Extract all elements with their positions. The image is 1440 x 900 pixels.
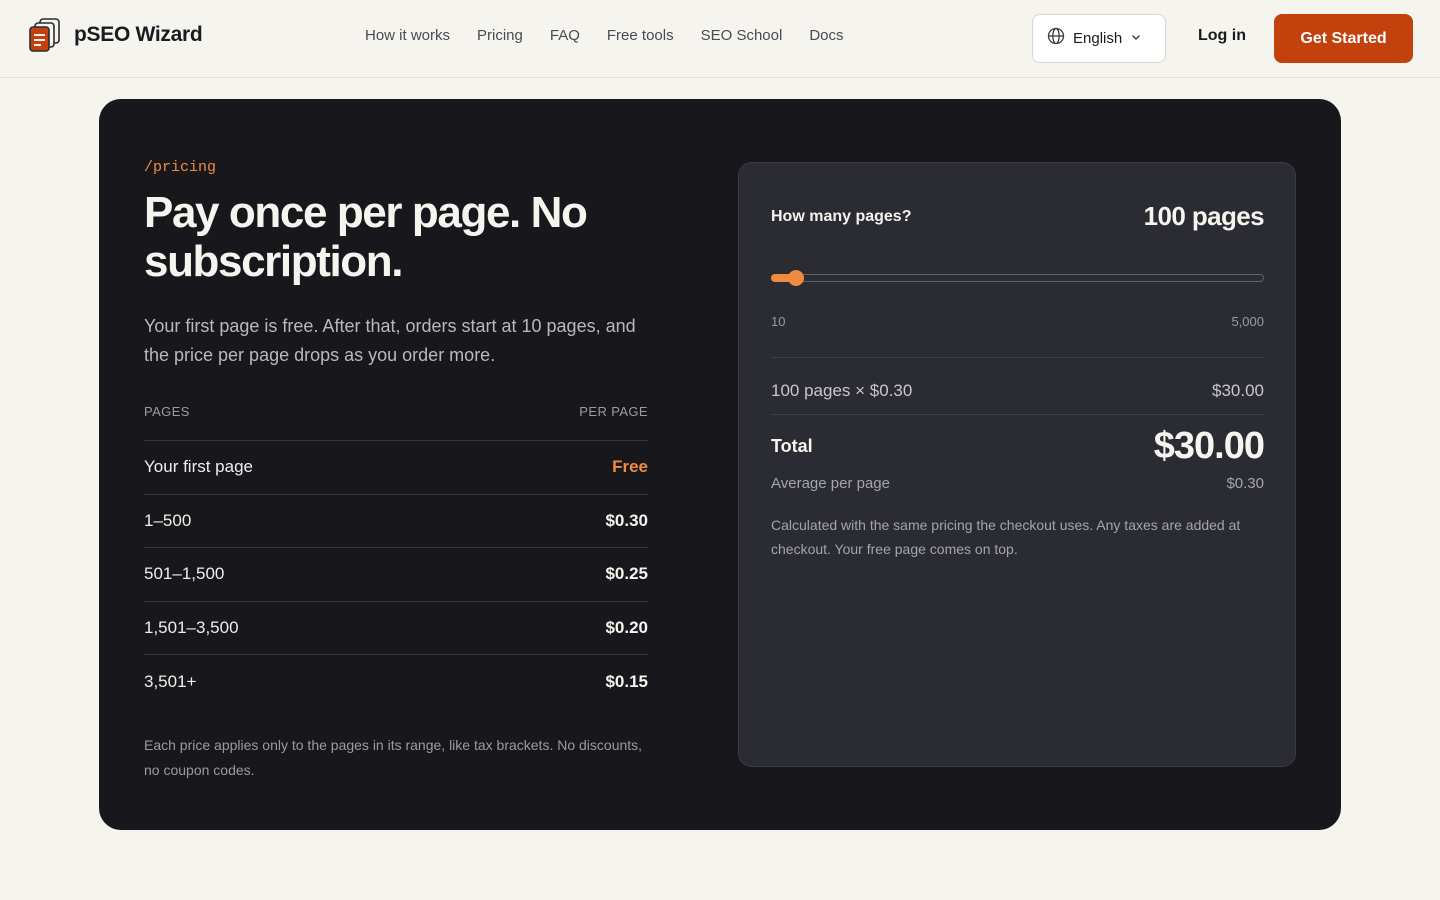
nav-docs[interactable]: Docs (809, 27, 843, 44)
tier-row: 1,501–3,500 $0.20 (144, 602, 648, 656)
login-link[interactable]: Log in (1198, 27, 1246, 45)
tier-price: $0.15 (605, 672, 648, 692)
pricing-tiers-table: PAGES PER PAGE Your first page Free 1–50… (144, 404, 648, 709)
line-item-label: 100 pages × $0.30 (771, 381, 913, 400)
globe-icon (1047, 27, 1065, 50)
nav-how-it-works[interactable]: How it works (365, 27, 450, 44)
tier-range: Your first page (144, 457, 253, 477)
tier-row: Your first page Free (144, 441, 648, 495)
tier-price: $0.30 (605, 510, 648, 530)
language-label: English (1073, 30, 1123, 47)
tier-range: 501–1,500 (144, 564, 225, 584)
total-row: Total $30.00 (771, 425, 1265, 468)
site-header: pSEO Wizard How it works Pricing FAQ Fre… (0, 0, 1440, 78)
total-value: $30.00 (1153, 425, 1265, 467)
tier-price: $0.25 (605, 564, 648, 584)
tier-row: 3,501+ $0.15 (144, 655, 648, 709)
pricing-lead: Your first page is free. After that, ord… (144, 316, 636, 365)
brand-name: pSEO Wizard (74, 23, 203, 46)
calculator-note: Calculated with the same pricing the che… (771, 517, 1241, 557)
pages-stack-icon (28, 18, 62, 52)
main-nav: How it works Pricing FAQ Free tools SEO … (365, 27, 844, 44)
tier-range: 1,501–3,500 (144, 618, 239, 638)
nav-pricing[interactable]: Pricing (477, 27, 523, 44)
tiers-header: PAGES PER PAGE (144, 404, 648, 441)
page-count-question: How many pages? (771, 207, 912, 225)
page-count-row: How many pages? 100 pages (771, 201, 1265, 232)
get-started-button[interactable]: Get Started (1274, 14, 1413, 63)
section-eyebrow: /pricing (144, 159, 217, 176)
language-select[interactable]: English (1032, 14, 1166, 63)
total-label: Total (771, 436, 813, 456)
pricing-footnote: Each price applies only to the pages in … (144, 736, 643, 778)
divider (771, 357, 1264, 358)
brand-logo[interactable]: pSEO Wizard (28, 18, 203, 52)
page-count-slider[interactable] (771, 270, 1264, 286)
tier-row: 1–500 $0.30 (144, 495, 648, 549)
nav-faq[interactable]: FAQ (550, 27, 580, 44)
chevron-down-icon (1130, 30, 1142, 48)
line-item: 100 pages × $0.30 $30.00 (771, 381, 1264, 401)
average-row: Average per page $0.30 (771, 475, 1264, 492)
pricing-headline: Pay once per page. No subscription. (144, 188, 588, 286)
nav-free-tools[interactable]: Free tools (607, 27, 674, 44)
tier-row: 501–1,500 $0.25 (144, 548, 648, 602)
line-item-amount: $30.00 (1212, 381, 1264, 400)
tier-range: 3,501+ (144, 672, 197, 692)
divider (771, 414, 1264, 415)
slider-min-label: 10 (771, 314, 786, 329)
slider-range-labels: 10 5,000 (771, 314, 1264, 329)
slider-thumb[interactable] (787, 270, 804, 286)
average-label: Average per page (771, 475, 890, 492)
column-header-pages: PAGES (144, 404, 190, 419)
slider-max-label: 5,000 (1231, 314, 1264, 329)
column-header-per-page: PER PAGE (579, 404, 648, 419)
nav-seo-school[interactable]: SEO School (701, 27, 783, 44)
slider-track (771, 274, 1264, 282)
average-value: $0.30 (1226, 475, 1264, 492)
price-calculator: How many pages? 100 pages 10 5,000 100 p… (738, 162, 1296, 767)
pricing-info: /pricing Pay once per page. No subscript… (144, 159, 648, 783)
tier-price: $0.20 (605, 618, 648, 638)
tier-price: Free (612, 457, 648, 477)
tier-range: 1–500 (144, 510, 192, 530)
page-count-value: 100 pages (1143, 201, 1265, 231)
pricing-card: /pricing Pay once per page. No subscript… (99, 99, 1341, 830)
